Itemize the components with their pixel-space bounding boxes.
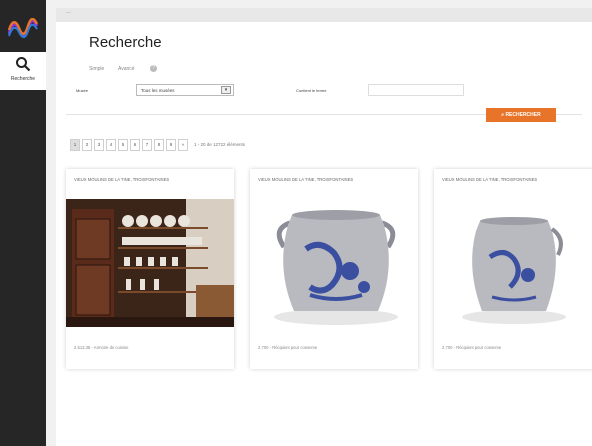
musee-label: Musée: [76, 88, 89, 93]
card-caption: 2.700 - Récipient pour conserve: [258, 345, 318, 350]
page-button-1[interactable]: 1: [70, 139, 80, 151]
result-card[interactable]: VIEUX MOULINS DE LA TINE, TROISFONTAINES…: [434, 169, 592, 369]
card-title[interactable]: VIEUX MOULINS DE LA TINE, TROISFONTAINES: [442, 177, 537, 182]
mode-avance-link[interactable]: Avancé: [118, 66, 135, 72]
card-caption: 2.700 - Récipient pour conserve: [442, 345, 502, 350]
mode-simple-link[interactable]: Simple: [89, 66, 104, 72]
help-icon[interactable]: ?: [150, 65, 157, 72]
page-button-6[interactable]: 6: [130, 139, 140, 151]
page-button-7[interactable]: 7: [142, 139, 152, 151]
musee-select-value: Tous les musées: [141, 88, 175, 93]
pager-info: 1 - 20 de 12722 éléments: [194, 142, 246, 147]
wave-logo-icon[interactable]: [8, 18, 38, 40]
page-button-5[interactable]: 5: [118, 139, 128, 151]
page-next-button[interactable]: »: [178, 139, 188, 151]
page-button-2[interactable]: 2: [82, 139, 92, 151]
card-caption: 2.513.38 - Armoire de cuisine: [74, 345, 129, 350]
page-title: Recherche: [89, 34, 162, 51]
kitchen-cabinet-image[interactable]: [66, 199, 234, 327]
result-card[interactable]: VIEUX MOULINS DE LA TINE, TROISFONTAINES…: [66, 169, 234, 369]
sidebar-item-recherche[interactable]: Recherche: [0, 52, 46, 90]
main-content: Recherche Simple Avancé ? Musée Tous les…: [56, 22, 592, 446]
stoneware-jar-image[interactable]: [250, 199, 418, 327]
page-button-9[interactable]: 9: [166, 139, 176, 151]
card-title[interactable]: VIEUX MOULINS DE LA TINE, TROISFONTAINES: [74, 177, 169, 182]
stoneware-jar-image[interactable]: [434, 199, 592, 327]
search-button[interactable]: ⌕ RECHERCHER: [486, 108, 556, 122]
page-button-8[interactable]: 8: [154, 139, 164, 151]
breadcrumb[interactable]: —: [66, 10, 71, 16]
card-title[interactable]: VIEUX MOULINS DE LA TINE, TROISFONTAINES: [258, 177, 353, 182]
result-card[interactable]: VIEUX MOULINS DE LA TINE, TROISFONTAINES…: [250, 169, 418, 369]
chevron-down-icon[interactable]: ▾: [221, 86, 231, 94]
contient-input[interactable]: [368, 84, 464, 96]
search-icon: [16, 57, 31, 72]
sidebar-item-label: Recherche: [10, 76, 36, 82]
top-bar: —: [56, 8, 592, 22]
sidebar: Recherche: [0, 0, 46, 446]
page-button-4[interactable]: 4: [106, 139, 116, 151]
musee-select[interactable]: Tous les musées ▾: [136, 84, 234, 96]
contient-label: Contient le terme: [296, 88, 327, 93]
page-button-3[interactable]: 3: [94, 139, 104, 151]
